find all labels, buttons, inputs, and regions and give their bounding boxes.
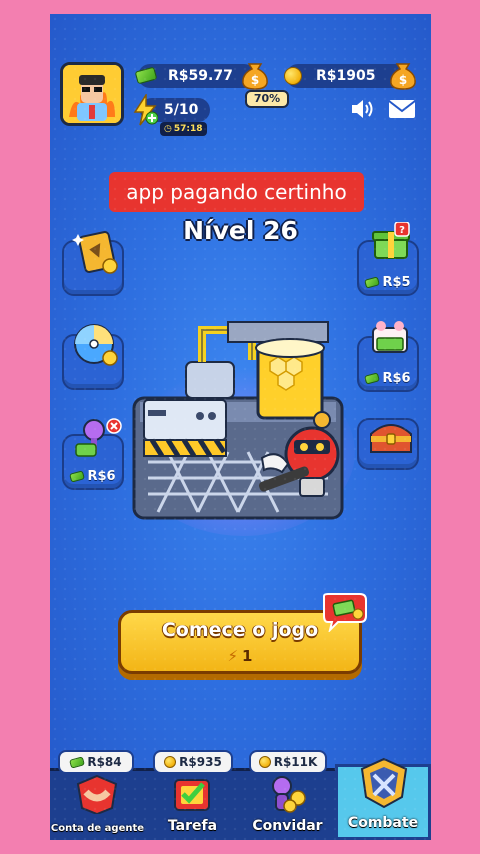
nav-invite[interactable]: Convidar xyxy=(240,770,335,840)
ticket-card-button[interactable] xyxy=(62,231,124,296)
cash-reward-bubble-icon xyxy=(323,593,367,632)
start-game-cost-text: 1 xyxy=(242,647,253,665)
progress-badge-text: 70% xyxy=(253,92,281,105)
sound-icon[interactable] xyxy=(350,98,376,120)
gift-box-reward-text: R$5 xyxy=(382,275,411,290)
lucky-wheel-icon xyxy=(74,324,118,366)
nav-task[interactable]: Tarefa xyxy=(145,770,240,840)
mail-icon[interactable] xyxy=(388,99,416,119)
invite-people-icon xyxy=(272,776,306,813)
cash-pile-reward: R$6 xyxy=(359,371,417,386)
handshake-badge-icon xyxy=(76,774,118,814)
gift-box-icon: ? xyxy=(372,222,410,259)
coin-icon xyxy=(258,756,271,768)
claw-machine-button[interactable]: R$6 xyxy=(62,418,124,490)
cash-pile-reward-text: R$6 xyxy=(382,371,411,386)
cash-icon xyxy=(69,755,86,769)
promo-banner: app pagando certinho xyxy=(109,172,364,212)
task-chip-text: R$935 xyxy=(179,755,222,769)
energy-bolt-icon xyxy=(133,94,158,126)
factory-machine-illustration xyxy=(131,321,355,536)
avatar-character-icon xyxy=(63,65,121,123)
gift-box-button[interactable]: ? R$5 xyxy=(357,222,419,296)
cash-balance: R$59.77 xyxy=(168,68,233,84)
nav-agent-account[interactable]: Conta de agente xyxy=(50,770,145,840)
energy-count: 5/10 xyxy=(164,102,199,118)
money-bag-icon[interactable]: $ xyxy=(240,58,270,90)
cash-icon xyxy=(364,372,381,385)
nav-combat-label: Combate xyxy=(347,815,419,831)
energy-timer: ◷ 57:18 xyxy=(160,122,207,136)
invite-chip-text: R$11K xyxy=(273,755,318,769)
lucky-wheel-button[interactable] xyxy=(62,324,124,390)
claw-machine-reward: R$6 xyxy=(64,469,122,484)
nav-combat[interactable]: Combate xyxy=(335,757,431,840)
money-bag-icon[interactable]: $ xyxy=(388,58,418,90)
svg-text:$: $ xyxy=(399,73,407,87)
nav-invite-label: Convidar xyxy=(252,818,323,834)
agent-account-chip-text: R$84 xyxy=(87,755,122,769)
coin-icon xyxy=(164,756,177,768)
cash-icon xyxy=(69,470,86,483)
clock-icon: ◷ xyxy=(164,124,172,134)
game-screen: R$59.77 $ R$1905 $ 70% 5/10 ◷ 57:18 app … xyxy=(50,14,431,840)
energy-bolt-icon: ⚡ xyxy=(227,647,239,665)
level-label: Nível 26 xyxy=(183,216,298,245)
promo-banner-text: app pagando certinho xyxy=(126,180,347,204)
cash-icon xyxy=(364,276,381,289)
player-avatar[interactable] xyxy=(60,62,124,126)
ticket-card-icon xyxy=(72,231,118,274)
claw-machine-icon xyxy=(75,418,122,457)
svg-text:$: $ xyxy=(251,73,259,87)
gift-box-reward: R$5 xyxy=(359,275,417,290)
start-game-cost: ⚡ 1 xyxy=(121,647,359,665)
progress-badge: 70% xyxy=(245,90,289,108)
coin-icon xyxy=(284,67,302,85)
cash-pile-icon xyxy=(372,321,408,353)
nav-task-label: Tarefa xyxy=(167,818,218,834)
energy-timer-text: 57:18 xyxy=(173,124,203,134)
treasure-chest-icon xyxy=(370,424,412,453)
task-clipboard-icon xyxy=(174,779,210,811)
claw-machine-reward-text: R$6 xyxy=(87,469,116,484)
treasure-chest-button[interactable] xyxy=(357,418,419,470)
nav-agent-account-label: Conta de agente xyxy=(50,823,145,834)
combat-shield-icon xyxy=(360,757,408,809)
coin-balance: R$1905 xyxy=(316,68,376,84)
svg-text:?: ? xyxy=(399,225,405,236)
cash-pile-button[interactable]: R$6 xyxy=(357,321,419,392)
